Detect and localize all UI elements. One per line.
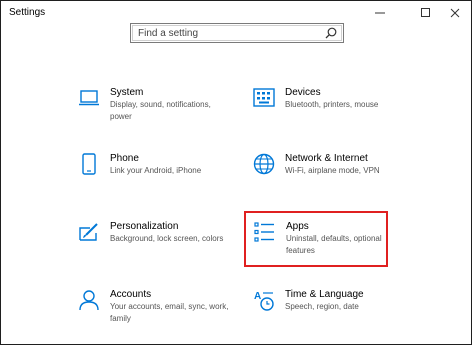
- tile-accounts[interactable]: Accounts Your accounts, email, sync, wor…: [78, 289, 258, 345]
- keyboard-icon: [253, 88, 275, 107]
- tile-time-language[interactable]: A Time & Language Speech, region, date: [253, 289, 433, 345]
- title-bar: Settings: [1, 1, 471, 25]
- tile-description: Bluetooth, printers, mouse: [285, 100, 379, 109]
- tile-system[interactable]: System Display, sound, notifications, po…: [78, 87, 258, 143]
- laptop-icon: [79, 90, 99, 106]
- phone-icon: [82, 153, 96, 175]
- tile-devices[interactable]: Devices Bluetooth, printers, mouse: [253, 87, 433, 143]
- person-icon: [79, 290, 99, 311]
- tile-name: System: [110, 87, 144, 98]
- tile-description: Background, lock screen, colors: [110, 234, 224, 243]
- search-input[interactable]: Find a setting: [130, 23, 344, 43]
- minimize-button[interactable]: [365, 3, 395, 23]
- tile-personalization[interactable]: Personalization Background, lock screen,…: [78, 221, 258, 277]
- apps-highlight-box: [244, 211, 388, 267]
- globe-icon: [253, 153, 275, 175]
- tile-network-internet[interactable]: Network & Internet Wi-Fi, airplane mode,…: [253, 153, 433, 209]
- tile-description: Display, sound, notifications, power: [110, 100, 211, 121]
- tile-description: Link your Android, iPhone: [110, 166, 202, 175]
- tile-name: Network & Internet: [285, 153, 368, 164]
- tile-description: Speech, region, date: [285, 302, 359, 311]
- maximize-icon: [421, 8, 430, 17]
- tile-name: Time & Language: [285, 289, 364, 300]
- tile-name: Devices: [285, 87, 321, 98]
- window-title: Settings: [9, 7, 46, 18]
- tile-name: Personalization: [110, 221, 179, 232]
- maximize-button[interactable]: [411, 3, 441, 23]
- paintbrush-icon: [79, 223, 98, 241]
- close-icon: [450, 8, 460, 18]
- tile-description: Wi-Fi, airplane mode, VPN: [285, 166, 380, 175]
- settings-window: Settings Find a setting System Display, …: [0, 0, 472, 345]
- search-placeholder: Find a setting: [138, 28, 199, 39]
- svg-text:A: A: [254, 291, 261, 302]
- tile-phone[interactable]: Phone Link your Android, iPhone: [78, 153, 258, 209]
- minimize-icon: [375, 12, 385, 14]
- tile-name: Phone: [110, 153, 139, 164]
- tile-description: Your accounts, email, sync, work, family: [110, 302, 229, 323]
- tile-name: Accounts: [110, 289, 152, 300]
- time-language-icon: A: [254, 291, 274, 311]
- search-icon: [325, 27, 337, 39]
- close-button[interactable]: [440, 3, 470, 23]
